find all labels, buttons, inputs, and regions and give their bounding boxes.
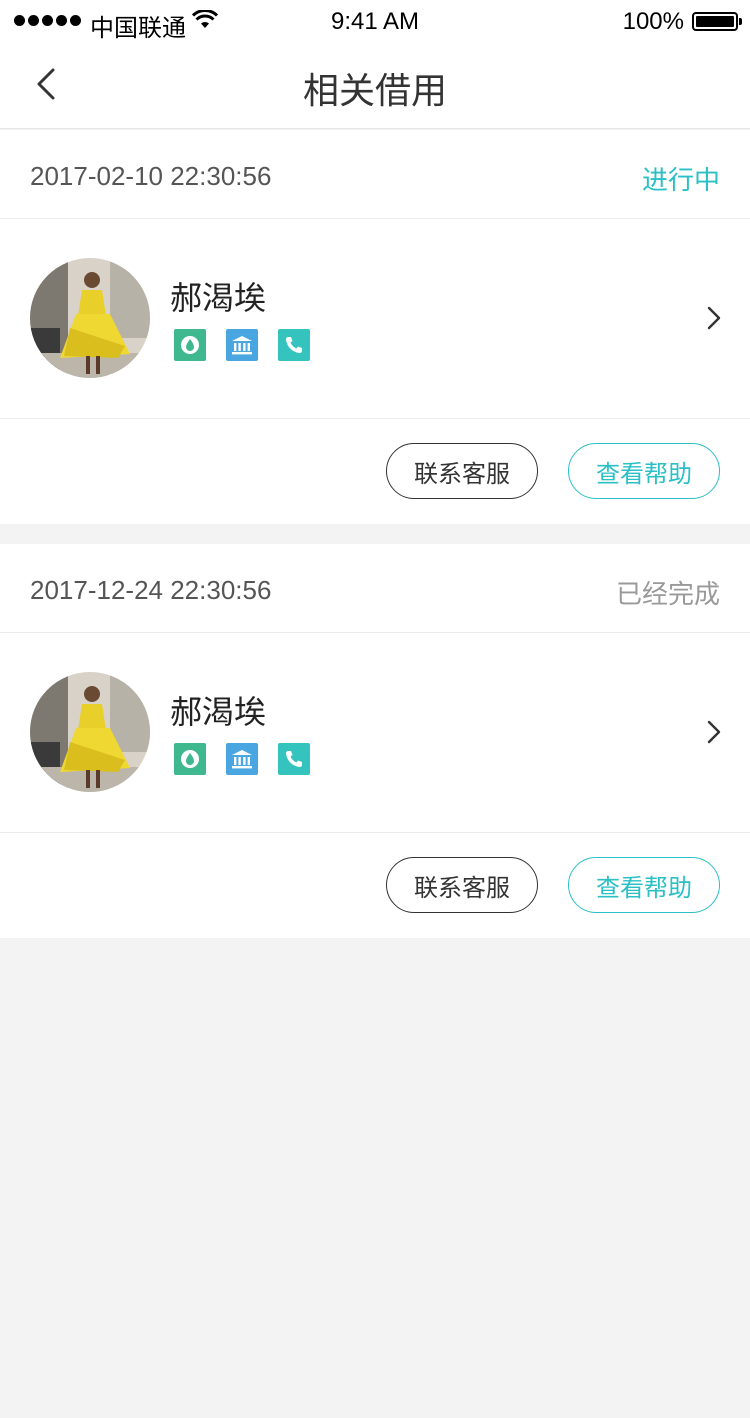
bank-icon <box>226 329 258 361</box>
page-title: 相关借用 <box>302 70 447 111</box>
card-actions: 联系客服 查看帮助 <box>0 833 750 937</box>
chevron-right-icon[interactable] <box>704 303 724 333</box>
user-row[interactable]: 郝渴埃 <box>0 219 750 419</box>
drop-icon <box>174 743 206 775</box>
battery-percent: 100% <box>622 8 684 35</box>
battery-icon <box>692 12 742 31</box>
phone-icon <box>278 743 310 775</box>
borrow-record-card: 2017-02-10 22:30:56 进行中 郝渴埃 联系客服 查看帮助 <box>0 130 750 524</box>
card-actions: 联系客服 查看帮助 <box>0 419 750 523</box>
status-badge: 已经完成 <box>615 579 720 609</box>
status-bar: 中国联通 9:41 AM 100% <box>0 0 750 44</box>
bank-icon <box>226 743 258 775</box>
status-badge: 进行中 <box>641 165 720 195</box>
user-row[interactable]: 郝渴埃 <box>0 633 750 833</box>
record-time: 2017-12-24 22:30:56 <box>30 575 272 605</box>
chevron-right-icon[interactable] <box>704 717 724 747</box>
view-help-button[interactable]: 查看帮助 <box>568 443 720 499</box>
nav-bar: 相关借用 <box>0 44 750 129</box>
drop-icon <box>174 329 206 361</box>
contact-support-button[interactable]: 联系客服 <box>386 443 538 499</box>
verification-icons <box>174 743 310 775</box>
record-time: 2017-02-10 22:30:56 <box>30 161 272 191</box>
user-name: 郝渴埃 <box>170 694 267 730</box>
avatar <box>30 672 150 792</box>
phone-icon <box>278 329 310 361</box>
avatar <box>30 258 150 378</box>
borrow-record-card: 2017-12-24 22:30:56 已经完成 郝渴埃 联系客服 查看帮助 <box>0 544 750 938</box>
view-help-button[interactable]: 查看帮助 <box>568 857 720 913</box>
card-header: 2017-02-10 22:30:56 进行中 <box>0 130 750 219</box>
verification-icons <box>174 329 310 361</box>
card-header: 2017-12-24 22:30:56 已经完成 <box>0 544 750 633</box>
user-name: 郝渴埃 <box>170 280 267 316</box>
contact-support-button[interactable]: 联系客服 <box>386 857 538 913</box>
